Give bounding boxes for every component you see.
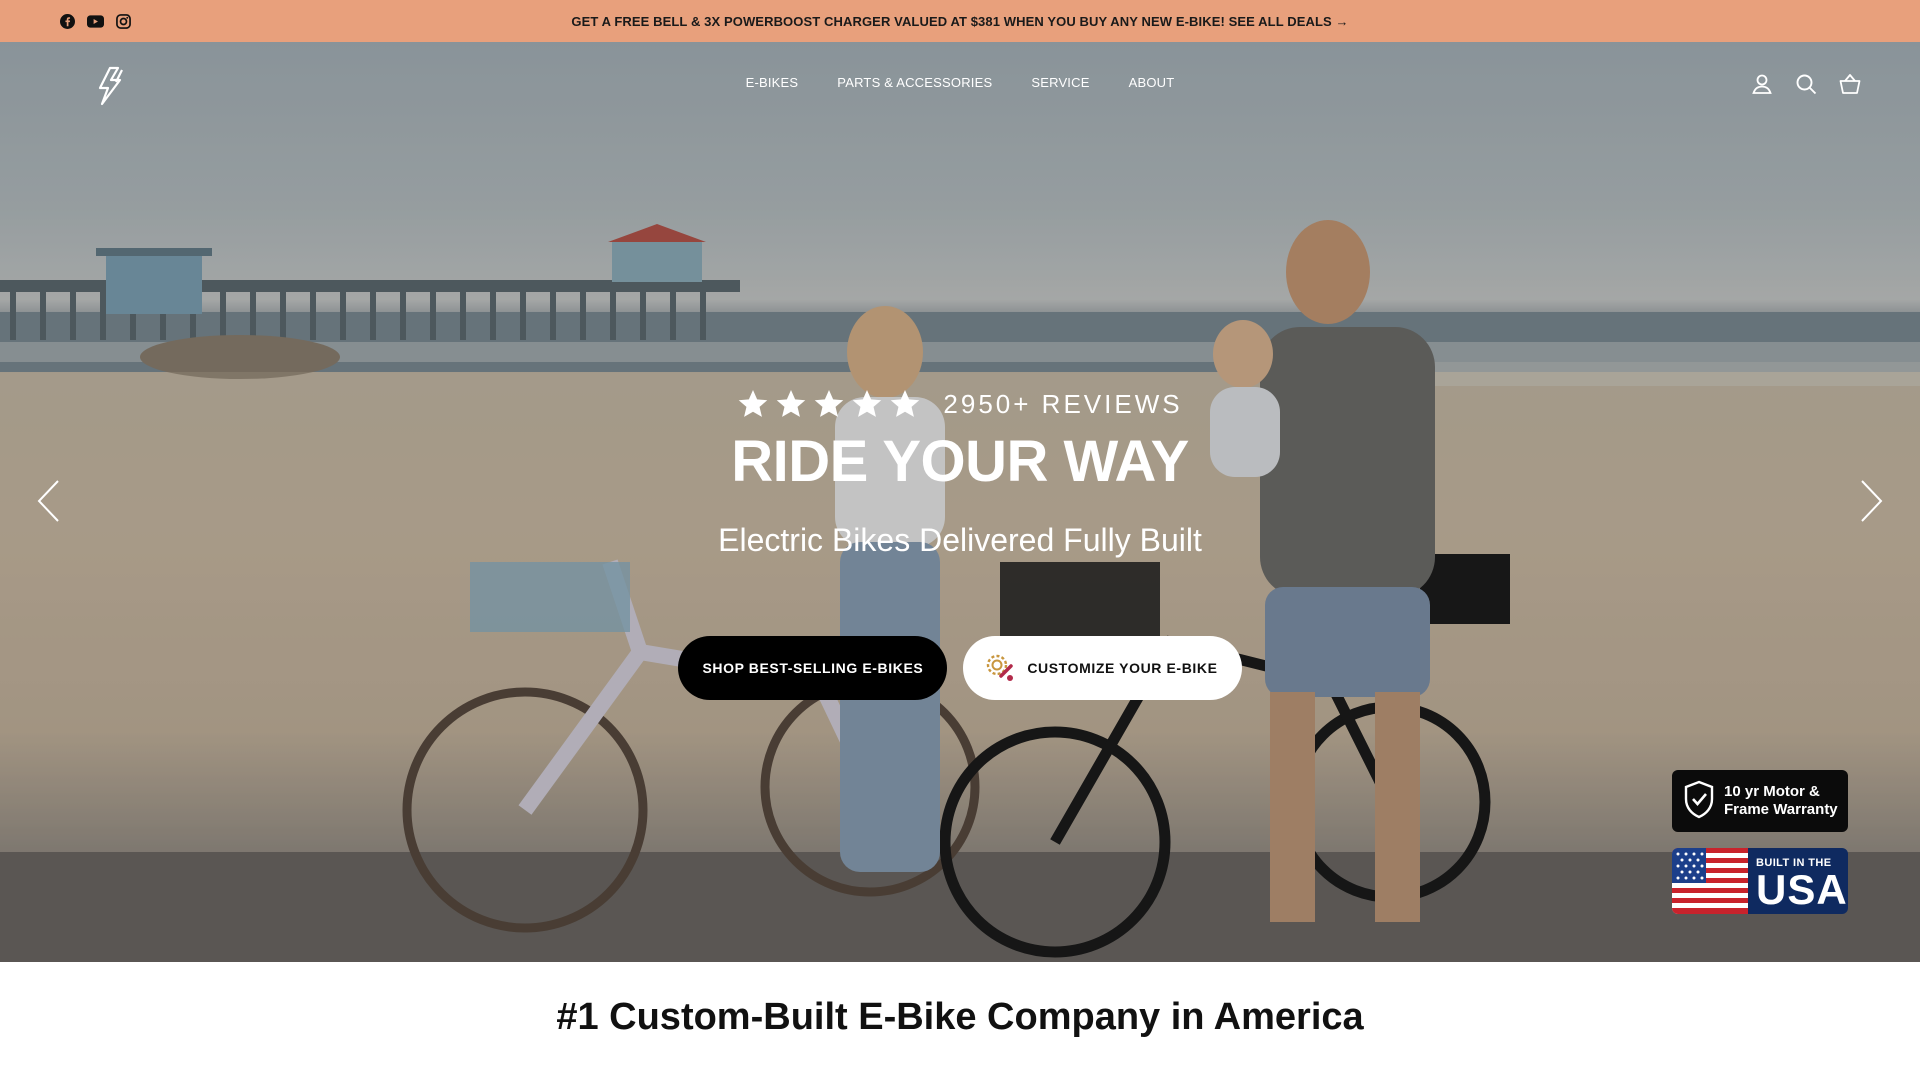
facebook-icon[interactable] [58,12,76,30]
shop-best-selling-button[interactable]: SHOP BEST-SELLING E-BIKES [678,636,948,700]
customize-bike-button[interactable]: CUSTOMIZE YOUR E-BIKE [963,636,1242,700]
reviews-count: 2950+ REVIEWS [943,388,1183,419]
reviews-summary: 2950+ REVIEWS [0,388,1920,420]
section-title: #1 Custom-Built E-Bike Company in Americ… [556,996,1364,1038]
star-icon [777,390,806,417]
nav-e-bikes[interactable]: E-BIKES [746,75,799,90]
built-in-usa-badge: BUILT IN THE USA [1672,848,1848,914]
star-icon [891,390,920,417]
chevron-left-icon[interactable] [34,478,62,524]
nav-parts-accessories[interactable]: PARTS & ACCESSORIES [837,75,992,90]
shield-check-icon [1682,779,1716,824]
star-icon [815,390,844,417]
social-links [58,12,132,30]
customize-bike-label: CUSTOMIZE YOUR E-BIKE [1027,660,1218,676]
hero-banner [0,42,1920,962]
warranty-line-2: Frame Warranty [1724,801,1838,818]
us-flag-icon [1672,848,1748,914]
header-actions [1750,72,1862,96]
rating-stars [737,388,921,420]
usa-badge-title: USA [1756,866,1848,913]
warranty-line-1: 10 yr Motor & [1724,783,1820,800]
warranty-text: 10 yr Motor & Frame Warranty [1724,783,1838,819]
hero-subheadline: Electric Bikes Delivered Fully Built [718,522,1202,558]
youtube-icon[interactable] [86,12,104,30]
chevron-right-icon[interactable] [1858,478,1886,524]
account-icon[interactable] [1750,72,1774,96]
main-nav-list: E-BIKES PARTS & ACCESSORIES SERVICE ABOU… [746,75,1175,90]
gear-customize-icon [981,649,1017,688]
instagram-icon[interactable] [114,12,132,30]
cart-icon[interactable] [1838,72,1862,96]
announcement-text[interactable]: GET A FREE BELL & 3X POWERBOOST CHARGER … [571,14,1348,29]
announcement-bar: GET A FREE BELL & 3X POWERBOOST CHARGER … [0,0,1920,42]
shop-best-selling-label: SHOP BEST-SELLING E-BIKES [702,660,924,676]
warranty-badge: 10 yr Motor & Frame Warranty [1672,770,1848,832]
nav-service[interactable]: SERVICE [1031,75,1089,90]
star-icon [853,390,882,417]
nav-about[interactable]: ABOUT [1129,75,1175,90]
hero-cta-group: SHOP BEST-SELLING E-BIKES CUSTOMIZE YOUR… [0,636,1920,700]
hero-headline: RIDE YOUR WAY [731,429,1189,494]
main-nav: E-BIKES PARTS & ACCESSORIES SERVICE ABOU… [0,75,1920,90]
star-icon [739,390,768,417]
hero-overlay [0,42,1920,962]
search-icon[interactable] [1794,72,1818,96]
